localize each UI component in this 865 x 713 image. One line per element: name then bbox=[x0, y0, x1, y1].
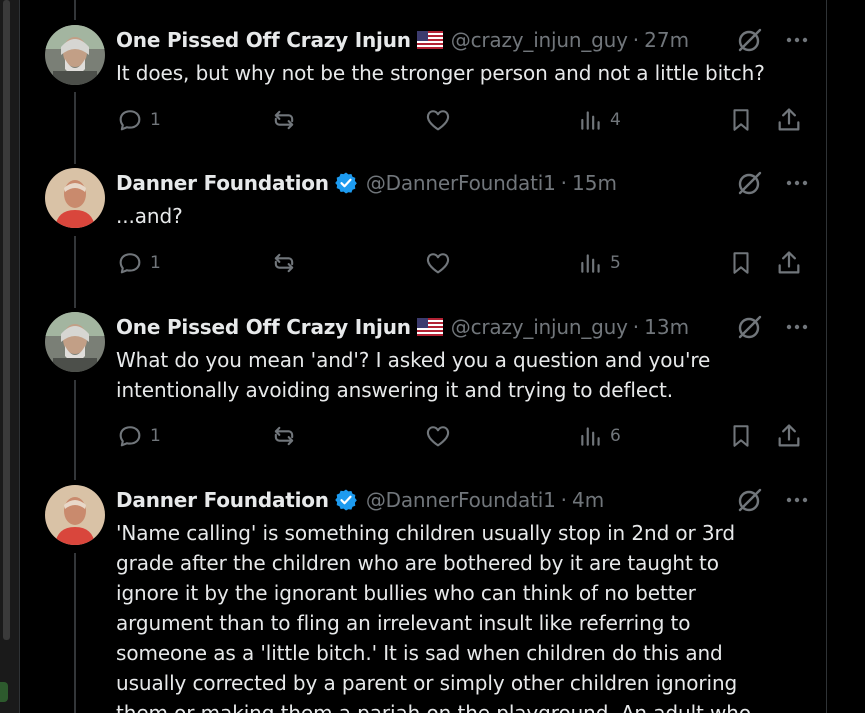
timestamp[interactable]: 4m bbox=[572, 488, 604, 512]
reply-icon bbox=[119, 426, 141, 447]
grok-icon[interactable] bbox=[736, 486, 764, 514]
tweet-actions: 1 5 bbox=[116, 248, 806, 278]
repost-button[interactable] bbox=[270, 105, 298, 135]
us-flag-icon bbox=[416, 318, 443, 336]
share-icon bbox=[778, 251, 800, 274]
tweet-header: One Pissed Off Crazy Injun @crazy_injun_… bbox=[116, 312, 826, 342]
more-icon[interactable] bbox=[786, 180, 808, 186]
repost-icon bbox=[274, 253, 294, 273]
tweet[interactable]: Danner Foundation @DannerFoundati1 · 4m … bbox=[20, 485, 826, 713]
reply-icon bbox=[119, 253, 141, 274]
status-indicator bbox=[0, 682, 8, 702]
analytics-icon bbox=[581, 427, 600, 446]
grok-icon[interactable] bbox=[736, 26, 764, 54]
author-name[interactable]: One Pissed Off Crazy Injun bbox=[116, 28, 411, 52]
avatar[interactable] bbox=[45, 25, 105, 85]
repost-icon bbox=[274, 110, 294, 130]
reply-count: 1 bbox=[150, 110, 161, 130]
tweet-header-actions bbox=[736, 312, 808, 342]
bookmark-icon bbox=[733, 252, 749, 274]
views-count: 6 bbox=[610, 426, 621, 446]
avatar[interactable] bbox=[45, 168, 105, 228]
more-icon[interactable] bbox=[786, 497, 808, 503]
separator: · bbox=[560, 488, 567, 512]
tweet[interactable]: Danner Foundation @DannerFoundati1 · 15m… bbox=[20, 168, 826, 288]
like-button[interactable] bbox=[424, 248, 452, 278]
author-handle[interactable]: @DannerFoundati1 bbox=[366, 488, 556, 512]
tweet-header: One Pissed Off Crazy Injun @crazy_injun_… bbox=[116, 25, 826, 55]
views-button[interactable]: 5 bbox=[578, 248, 621, 278]
separator: · bbox=[560, 171, 567, 195]
separator: · bbox=[632, 28, 640, 52]
tweet-header: Danner Foundation @DannerFoundati1 · 4m bbox=[116, 485, 826, 515]
tweet-text: What do you mean 'and'? I asked you a qu… bbox=[116, 348, 711, 402]
tweet-text: ...and? bbox=[116, 204, 183, 228]
reply-button[interactable]: 1 bbox=[116, 105, 161, 135]
left-gutter bbox=[0, 0, 20, 713]
more-icon[interactable] bbox=[786, 324, 808, 330]
author-name[interactable]: Danner Foundation bbox=[116, 488, 329, 512]
timestamp[interactable]: 13m bbox=[644, 315, 689, 339]
bookmark-button[interactable] bbox=[728, 248, 754, 278]
author-handle[interactable]: @DannerFoundati1 bbox=[366, 171, 556, 195]
analytics-icon bbox=[581, 111, 600, 130]
views-button[interactable]: 4 bbox=[578, 105, 621, 135]
tweet[interactable]: One Pissed Off Crazy Injun @crazy_injun_… bbox=[20, 312, 826, 462]
avatar[interactable] bbox=[45, 485, 105, 545]
like-button[interactable] bbox=[424, 105, 452, 135]
repost-button[interactable] bbox=[270, 421, 298, 451]
author-handle[interactable]: @crazy_injun_guy bbox=[451, 315, 628, 339]
share-button[interactable] bbox=[775, 105, 803, 135]
reply-count: 1 bbox=[150, 426, 161, 446]
tweet-text: 'Name calling' is something children usu… bbox=[116, 521, 752, 713]
scrollbar[interactable] bbox=[3, 0, 10, 640]
bookmark-button[interactable] bbox=[728, 421, 754, 451]
views-count: 4 bbox=[610, 110, 621, 130]
views-button[interactable]: 6 bbox=[578, 421, 621, 451]
avatar[interactable] bbox=[45, 312, 105, 372]
share-icon bbox=[778, 108, 800, 131]
tweet[interactable]: One Pissed Off Crazy Injun @crazy_injun_… bbox=[20, 25, 826, 145]
bookmark-icon bbox=[733, 109, 749, 131]
more-icon[interactable] bbox=[786, 37, 808, 43]
tweet-header-actions bbox=[736, 168, 808, 198]
tweet-header: Danner Foundation @DannerFoundati1 · 15m bbox=[116, 168, 826, 198]
tweet-text: It does, but why not be the stronger per… bbox=[116, 61, 765, 85]
heart-icon bbox=[426, 426, 450, 447]
grok-icon[interactable] bbox=[736, 169, 764, 197]
us-flag-icon bbox=[416, 31, 443, 49]
tweet-actions: 1 4 bbox=[116, 105, 806, 135]
author-name[interactable]: One Pissed Off Crazy Injun bbox=[116, 315, 411, 339]
bookmark-icon bbox=[733, 425, 749, 447]
separator: · bbox=[632, 315, 640, 339]
repost-icon bbox=[274, 426, 294, 446]
like-button[interactable] bbox=[424, 421, 452, 451]
reply-button[interactable]: 1 bbox=[116, 248, 161, 278]
thread-line bbox=[74, 0, 76, 20]
repost-button[interactable] bbox=[270, 248, 298, 278]
right-panel bbox=[827, 0, 865, 713]
views-count: 5 bbox=[610, 253, 621, 273]
reply-count: 1 bbox=[150, 253, 161, 273]
verified-badge-icon bbox=[334, 488, 358, 512]
tweet-header-actions bbox=[736, 485, 808, 515]
share-button[interactable] bbox=[775, 421, 803, 451]
analytics-icon bbox=[581, 254, 600, 273]
verified-badge-icon bbox=[334, 171, 358, 195]
timestamp[interactable]: 27m bbox=[644, 28, 689, 52]
tweet-actions: 1 6 bbox=[116, 421, 806, 451]
heart-icon bbox=[426, 253, 450, 274]
grok-icon[interactable] bbox=[736, 313, 764, 341]
heart-icon bbox=[426, 110, 450, 131]
author-name[interactable]: Danner Foundation bbox=[116, 171, 329, 195]
share-button[interactable] bbox=[775, 248, 803, 278]
share-icon bbox=[778, 424, 800, 447]
reply-icon bbox=[119, 110, 141, 131]
tweet-header-actions bbox=[736, 25, 808, 55]
author-handle[interactable]: @crazy_injun_guy bbox=[451, 28, 628, 52]
reply-button[interactable]: 1 bbox=[116, 421, 161, 451]
bookmark-button[interactable] bbox=[728, 105, 754, 135]
timestamp[interactable]: 15m bbox=[572, 171, 617, 195]
